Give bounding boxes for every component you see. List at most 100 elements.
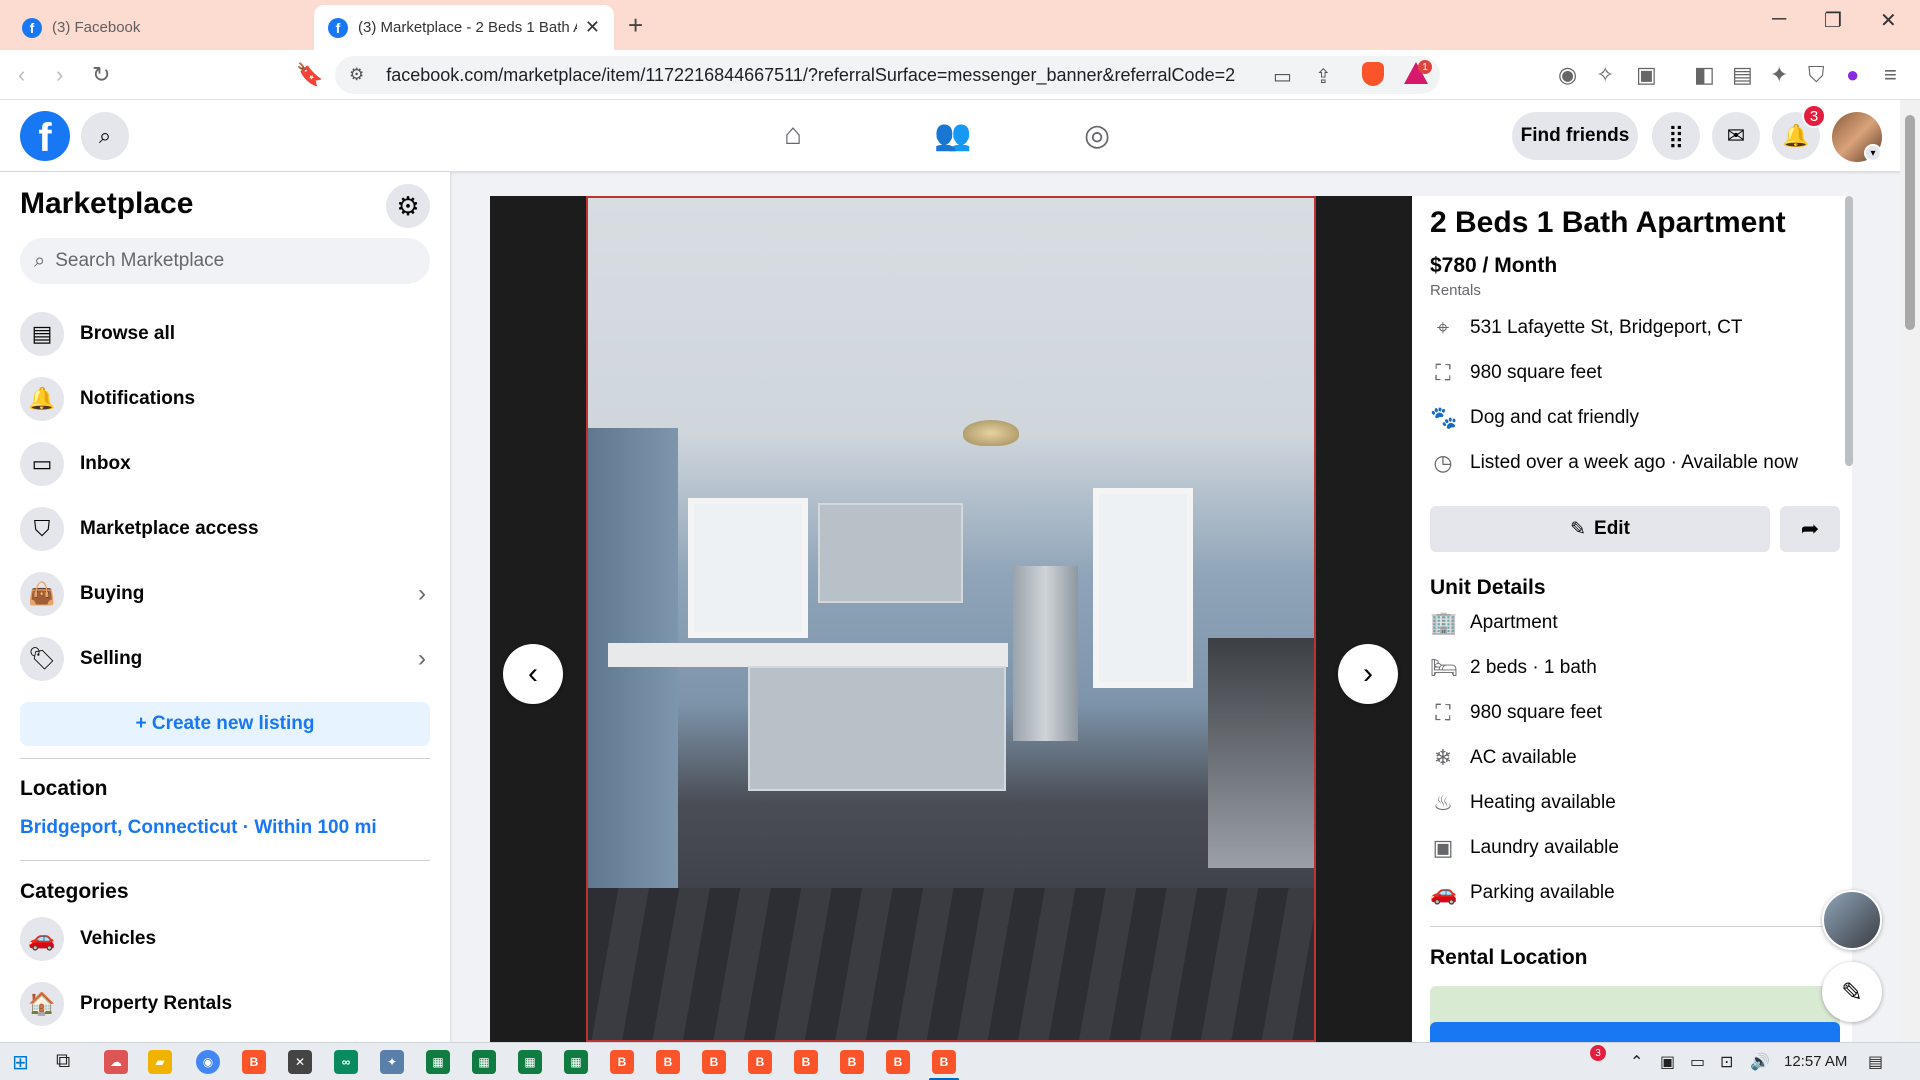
page-scrollbar[interactable] bbox=[1905, 115, 1915, 330]
tab-title: (3) Marketplace - 2 Beds 1 Bath Apartmen… bbox=[358, 19, 577, 36]
wallet-icon[interactable]: ▤ bbox=[1732, 62, 1753, 88]
windows-start-icon[interactable]: ⊞ bbox=[12, 1050, 29, 1075]
minimize-icon[interactable]: ─ bbox=[1772, 8, 1786, 31]
sidebar-item-browse-all[interactable]: ▤ Browse all bbox=[20, 307, 430, 361]
extensions-icon[interactable]: ✧ bbox=[1596, 62, 1614, 88]
record-icon[interactable]: ◉ bbox=[1558, 62, 1577, 88]
sidebar-item-notifications[interactable]: 🔔 Notifications bbox=[20, 372, 430, 426]
friends-icon[interactable]: 👥 bbox=[934, 118, 971, 153]
sheets-app-icon[interactable]: ▦ bbox=[518, 1050, 542, 1074]
app-icon[interactable]: ✦ bbox=[380, 1050, 404, 1074]
sidebar-item-selling[interactable]: 🏷 Selling › bbox=[20, 632, 430, 686]
unit-detail-item: ⛶ 980 square feet bbox=[1430, 698, 1830, 728]
category-item-property-rentals[interactable]: 🏠 Property Rentals bbox=[20, 977, 430, 1031]
leo-ai-icon[interactable]: ✦ bbox=[1770, 62, 1788, 88]
compose-message-icon[interactable]: ✎ bbox=[1822, 962, 1882, 1022]
chat-head-avatar[interactable] bbox=[1822, 890, 1882, 950]
url-text[interactable]: facebook.com/marketplace/item/1172216844… bbox=[386, 65, 1266, 86]
messenger-icon[interactable]: ✉ bbox=[1712, 112, 1760, 160]
weather-app-icon[interactable]: ☁ bbox=[104, 1050, 128, 1074]
inbox-icon: ▭ bbox=[20, 442, 64, 486]
cast-icon[interactable]: ▭ bbox=[1273, 64, 1292, 89]
clock[interactable]: 12:57 AM bbox=[1784, 1053, 1847, 1070]
brave-app-icon[interactable]: B bbox=[886, 1050, 910, 1074]
address-bar[interactable]: ⚙ facebook.com/marketplace/item/11722168… bbox=[335, 56, 1440, 94]
sheets-app-icon[interactable]: ▦ bbox=[564, 1050, 588, 1074]
sidebar-title: Marketplace bbox=[20, 187, 194, 220]
listing-photo[interactable] bbox=[586, 196, 1316, 1042]
previous-photo-button[interactable]: ‹ bbox=[503, 644, 563, 704]
menu-icon[interactable]: ≡ bbox=[1884, 62, 1897, 88]
sidebar-toggle-icon[interactable]: ◧ bbox=[1694, 62, 1715, 88]
network-icon[interactable]: ⊡ bbox=[1720, 1052, 1733, 1072]
chrome-icon[interactable]: ◉ bbox=[196, 1050, 220, 1074]
brave-app-icon[interactable]: B bbox=[656, 1050, 680, 1074]
message-button[interactable] bbox=[1430, 1022, 1840, 1042]
new-tab-button[interactable]: + bbox=[628, 10, 643, 41]
next-photo-button[interactable]: › bbox=[1338, 644, 1398, 704]
app-icon[interactable]: ✕ bbox=[288, 1050, 312, 1074]
find-friends-button[interactable]: Find friends bbox=[1512, 112, 1638, 160]
edit-button[interactable]: ✎ Edit bbox=[1430, 506, 1770, 552]
home-icon[interactable]: ⌂ bbox=[784, 118, 802, 152]
search-marketplace-input[interactable]: ⌕ Search Marketplace bbox=[20, 238, 430, 284]
shield-icon: ⛉ bbox=[20, 507, 64, 551]
tray-app-icon[interactable]: ▣ bbox=[1660, 1052, 1675, 1072]
create-new-listing-button[interactable]: + Create new listing bbox=[20, 702, 430, 746]
menu-grid-icon[interactable]: ⣿ bbox=[1652, 112, 1700, 160]
battery-icon[interactable]: ▭ bbox=[1690, 1052, 1705, 1072]
brave-shields-icon[interactable] bbox=[1362, 62, 1384, 86]
clock-icon: ◷ bbox=[1433, 450, 1453, 475]
sheets-app-icon[interactable]: ▦ bbox=[472, 1050, 496, 1074]
volume-icon[interactable]: 🔊 bbox=[1750, 1052, 1770, 1072]
tab-marketplace[interactable]: f (3) Marketplace - 2 Beds 1 Bath Apartm… bbox=[314, 5, 614, 50]
maximize-icon[interactable]: ❐ bbox=[1824, 8, 1842, 33]
brave-app-icon[interactable]: B bbox=[610, 1050, 634, 1074]
sheets-app-icon[interactable]: ▦ bbox=[426, 1050, 450, 1074]
task-view-icon[interactable]: ⧉ bbox=[56, 1050, 70, 1073]
brave-app-icon[interactable]: B bbox=[702, 1050, 726, 1074]
settings-gear-icon[interactable]: ⚙ bbox=[386, 184, 430, 228]
share-page-icon[interactable]: ⇪ bbox=[1315, 64, 1332, 89]
site-info-icon[interactable]: ⚙ bbox=[349, 65, 364, 85]
brave-app-icon[interactable]: B bbox=[932, 1050, 956, 1074]
sidebar-item-label: Inbox bbox=[80, 453, 131, 474]
brave-app-icon[interactable]: B bbox=[794, 1050, 818, 1074]
reading-list-icon[interactable]: ▣ bbox=[1636, 62, 1657, 88]
brave-app-icon[interactable]: B bbox=[242, 1050, 266, 1074]
sidebar-item-buying[interactable]: 👜 Buying › bbox=[20, 567, 430, 621]
vpn-icon[interactable]: ⛉ bbox=[1808, 62, 1825, 88]
unit-detail-item: ❄ AC available bbox=[1430, 743, 1830, 773]
sidebar-item-label: Marketplace access bbox=[80, 518, 259, 539]
close-window-icon[interactable]: ✕ bbox=[1880, 8, 1897, 33]
bookmark-icon[interactable]: 🔖 bbox=[296, 62, 323, 88]
brave-app-icon[interactable]: B bbox=[840, 1050, 864, 1074]
sidebar-item-inbox[interactable]: ▭ Inbox bbox=[20, 437, 430, 491]
close-tab-icon[interactable]: ✕ bbox=[585, 17, 600, 38]
app-icon[interactable]: ∞ bbox=[334, 1050, 358, 1074]
tray-chevron-up-icon[interactable]: ⌃ bbox=[1630, 1052, 1643, 1072]
facebook-logo[interactable]: f bbox=[20, 111, 70, 161]
divider bbox=[20, 860, 430, 861]
washer-icon: ▣ bbox=[1432, 835, 1454, 860]
reload-icon[interactable]: ↻ bbox=[92, 62, 110, 88]
sidebar-item-marketplace-access[interactable]: ⛉ Marketplace access bbox=[20, 502, 430, 556]
listing-photo-viewer: ‹ › bbox=[490, 196, 1412, 1042]
groups-icon[interactable]: ◎ bbox=[1084, 118, 1110, 153]
profile-icon[interactable]: ● bbox=[1846, 62, 1859, 88]
listing-category[interactable]: Rentals bbox=[1430, 282, 1481, 299]
tab-facebook[interactable]: f (3) Facebook bbox=[8, 5, 308, 50]
search-icon[interactable]: ⌕ bbox=[81, 112, 129, 160]
unit-detail-text: 2 beds · 1 bath bbox=[1470, 657, 1597, 678]
chevron-down-icon[interactable]: ▾ bbox=[1864, 144, 1882, 162]
details-scrollbar[interactable] bbox=[1845, 196, 1853, 466]
notification-center-icon[interactable]: ▤ bbox=[1868, 1052, 1883, 1072]
category-item-vehicles[interactable]: 🚗 Vehicles bbox=[20, 912, 430, 966]
photo-window bbox=[1093, 488, 1193, 688]
share-button[interactable]: ➦ bbox=[1780, 506, 1840, 552]
location-link[interactable]: Bridgeport, Connecticut · Within 100 mi bbox=[20, 817, 377, 839]
brave-app-icon[interactable]: B bbox=[748, 1050, 772, 1074]
back-icon[interactable]: ‹ bbox=[18, 62, 25, 88]
file-explorer-icon[interactable]: ▰ bbox=[148, 1050, 172, 1074]
forward-icon[interactable]: › bbox=[56, 62, 63, 88]
